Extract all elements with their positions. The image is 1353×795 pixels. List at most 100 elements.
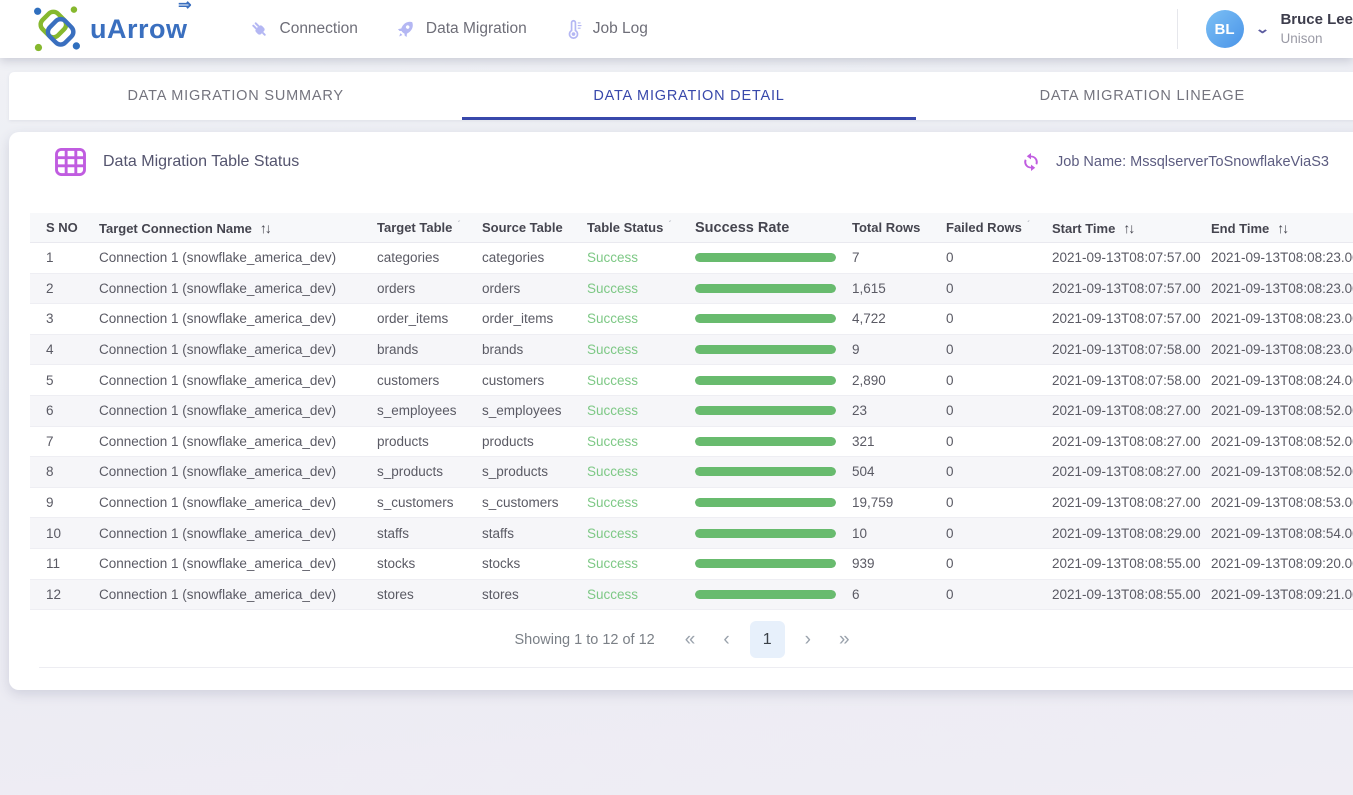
success-rate-bar: [695, 498, 836, 507]
cell-end-time: 2021-09-13T08:08:23.00: [1211, 342, 1353, 357]
success-rate-bar: [695, 314, 836, 323]
cell-target-table: orders: [377, 281, 482, 296]
cell-table-status: Success: [587, 281, 695, 296]
cell-total-rows: 939: [852, 556, 946, 571]
col-table-status[interactable]: Table Statusˊ: [587, 220, 695, 235]
cell-total-rows: 7: [852, 250, 946, 265]
cell-end-time: 2021-09-13T08:08:23.00: [1211, 281, 1353, 296]
cell-s-no: 4: [30, 342, 99, 357]
cell-failed-rows: 0: [946, 434, 1052, 449]
success-rate-bar: [695, 406, 836, 415]
plug-icon: [248, 18, 271, 41]
next-page-button[interactable]: ›: [791, 630, 825, 649]
success-rate-bar: [695, 437, 836, 446]
cell-target-connection: Connection 1 (snowflake_america_dev): [99, 311, 377, 326]
nav-item-connection[interactable]: Connection: [248, 18, 358, 41]
cell-table-status: Success: [587, 373, 695, 388]
cell-success-rate: [695, 345, 852, 354]
col-target-table[interactable]: Target Tableˊ: [377, 220, 482, 235]
cell-table-status: Success: [587, 587, 695, 602]
cell-s-no: 2: [30, 281, 99, 296]
success-rate-bar: [695, 529, 836, 538]
col-end-time[interactable]: End Time↑↓: [1211, 220, 1353, 236]
page-number-button[interactable]: 1: [750, 621, 785, 658]
col-success-rate: Success Rate: [695, 220, 852, 236]
job-name-label: Job Name: MssqlserverToSnowflakeViaS3: [1056, 154, 1329, 170]
col-failed-rows[interactable]: Failed Rowsˊ: [946, 220, 1052, 235]
brand[interactable]: uArrow ⇒: [30, 4, 188, 54]
nav-item-label: Data Migration: [426, 20, 527, 38]
cell-start-time: 2021-09-13T08:08:29.00: [1052, 526, 1211, 541]
cell-s-no: 8: [30, 464, 99, 479]
cell-s-no: 6: [30, 403, 99, 418]
table-body: 1 Connection 1 (snowflake_america_dev) c…: [30, 243, 1353, 610]
table-status-panel: Data Migration Table Status Job Name: Ms…: [9, 132, 1353, 690]
cell-total-rows: 19,759: [852, 495, 946, 510]
sort-icon[interactable]: ↑↓: [1277, 220, 1287, 236]
avatar[interactable]: BL: [1206, 10, 1244, 48]
cell-end-time: 2021-09-13T08:09:21.00: [1211, 587, 1353, 602]
cell-s-no: 9: [30, 495, 99, 510]
cell-s-no: 3: [30, 311, 99, 326]
cell-source-table: brands: [482, 342, 587, 357]
col-target-connection[interactable]: Target Connection Name↑↓: [99, 220, 377, 236]
first-page-button[interactable]: «: [671, 630, 710, 649]
cell-table-status: Success: [587, 464, 695, 479]
table-grid-icon: [55, 148, 86, 176]
cell-target-connection: Connection 1 (snowflake_america_dev): [99, 373, 377, 388]
table-row: 7 Connection 1 (snowflake_america_dev) p…: [30, 427, 1353, 458]
user-menu[interactable]: BL ⌄ Bruce Lee Unison: [1177, 9, 1353, 49]
sort-hint-icon: ˊ: [668, 220, 671, 231]
cell-total-rows: 2,890: [852, 373, 946, 388]
last-page-button[interactable]: »: [825, 630, 864, 649]
nav-item-job-log[interactable]: Job Log: [563, 18, 648, 41]
col-start-time[interactable]: Start Time↑↓: [1052, 220, 1211, 236]
cell-total-rows: 321: [852, 434, 946, 449]
cell-target-table: stocks: [377, 556, 482, 571]
success-rate-bar: [695, 253, 836, 262]
cell-success-rate: [695, 406, 852, 415]
cell-total-rows: 10: [852, 526, 946, 541]
cell-source-table: orders: [482, 281, 587, 296]
job-group: Job Name: MssqlserverToSnowflakeViaS3: [1020, 132, 1329, 192]
cell-start-time: 2021-09-13T08:08:55.00: [1052, 587, 1211, 602]
prev-page-button[interactable]: ‹: [709, 630, 743, 649]
cell-s-no: 10: [30, 526, 99, 541]
sort-icon[interactable]: ↑↓: [260, 220, 270, 236]
cell-target-connection: Connection 1 (snowflake_america_dev): [99, 403, 377, 418]
cell-s-no: 12: [30, 587, 99, 602]
tab-data-migration-lineage[interactable]: DATA MIGRATION LINEAGE: [916, 72, 1353, 120]
success-rate-bar: [695, 376, 836, 385]
table-row: 12 Connection 1 (snowflake_america_dev) …: [30, 580, 1353, 611]
cell-source-table: products: [482, 434, 587, 449]
chevron-down-icon[interactable]: ⌄: [1254, 21, 1269, 37]
tab-data-migration-summary[interactable]: DATA MIGRATION SUMMARY: [9, 72, 462, 120]
cell-end-time: 2021-09-13T08:08:52.00: [1211, 464, 1353, 479]
nav-item-label: Connection: [280, 20, 358, 38]
cell-source-table: stocks: [482, 556, 587, 571]
cell-end-time: 2021-09-13T08:08:24.00: [1211, 373, 1353, 388]
table-row: 6 Connection 1 (snowflake_america_dev) s…: [30, 396, 1353, 427]
table-row: 5 Connection 1 (snowflake_america_dev) c…: [30, 365, 1353, 396]
cell-source-table: stores: [482, 587, 587, 602]
brand-logo-icon: [30, 4, 84, 54]
success-rate-bar: [695, 345, 836, 354]
cell-total-rows: 4,722: [852, 311, 946, 326]
cell-table-status: Success: [587, 250, 695, 265]
cell-source-table: s_customers: [482, 495, 587, 510]
nav-item-data-migration[interactable]: Data Migration: [394, 18, 527, 41]
success-rate-bar: [695, 467, 836, 476]
success-rate-bar: [695, 590, 836, 599]
cell-s-no: 7: [30, 434, 99, 449]
cell-target-table: s_employees: [377, 403, 482, 418]
brand-arrow-icon: ⇒: [178, 0, 191, 15]
sort-icon[interactable]: ↑↓: [1123, 220, 1133, 236]
cell-success-rate: [695, 529, 852, 538]
cell-success-rate: [695, 253, 852, 262]
tab-data-migration-detail[interactable]: DATA MIGRATION DETAIL: [462, 72, 915, 120]
cell-total-rows: 504: [852, 464, 946, 479]
cell-target-connection: Connection 1 (snowflake_america_dev): [99, 556, 377, 571]
cell-failed-rows: 0: [946, 250, 1052, 265]
refresh-icon[interactable]: [1020, 151, 1042, 173]
cell-total-rows: 1,615: [852, 281, 946, 296]
